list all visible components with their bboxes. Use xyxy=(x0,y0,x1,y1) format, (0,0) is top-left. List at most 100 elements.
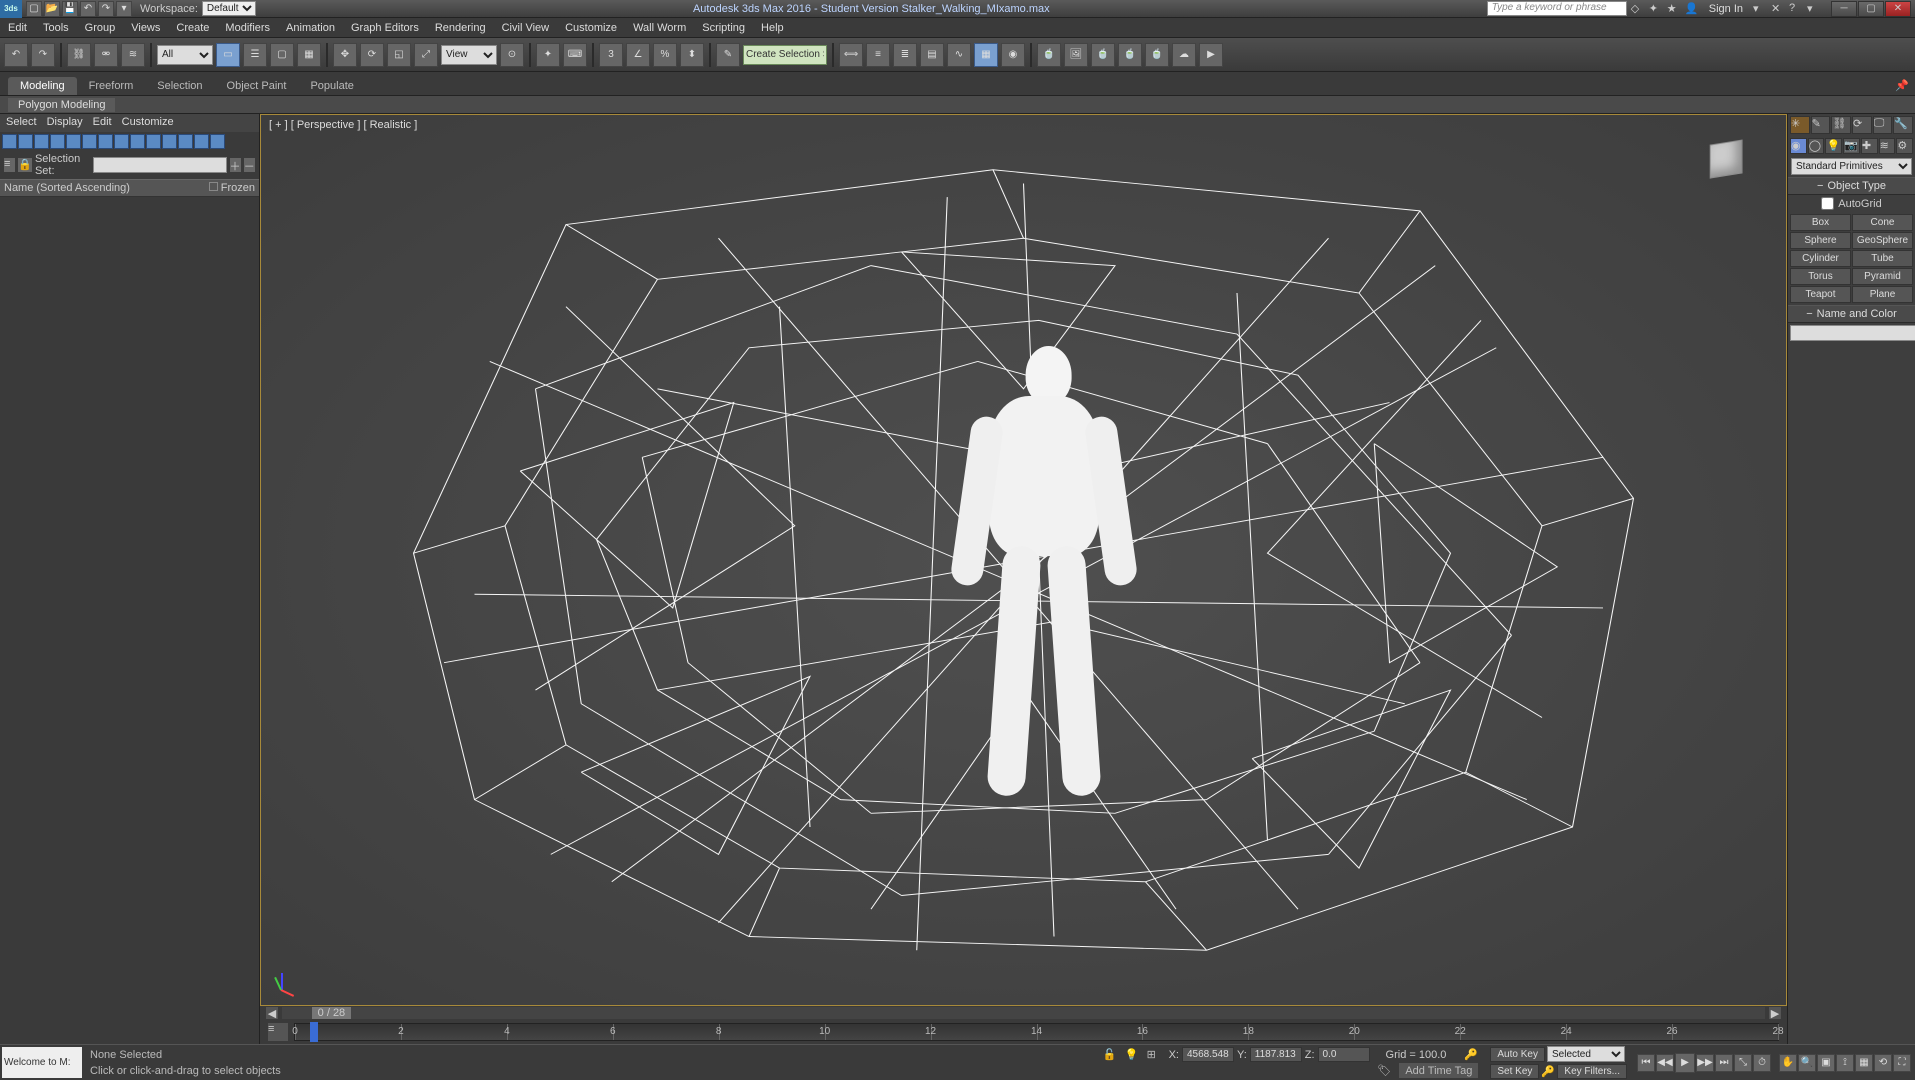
selection-set-input[interactable] xyxy=(93,157,227,173)
scene-menu-select[interactable]: Select xyxy=(6,116,37,130)
select-by-name-icon[interactable]: ☰ xyxy=(243,43,267,67)
qat-more-icon[interactable]: ▾ xyxy=(116,1,132,17)
minimize-button[interactable]: ─ xyxy=(1831,1,1857,17)
time-slider-thumb[interactable]: 0 / 28 xyxy=(312,1007,352,1019)
orbit-icon[interactable]: ⟲ xyxy=(1874,1054,1892,1072)
move-icon[interactable]: ✥ xyxy=(333,43,357,67)
fov-icon[interactable]: ⟟ xyxy=(1836,1054,1854,1072)
x-field[interactable]: 4568.548 xyxy=(1182,1047,1234,1062)
render-last-icon[interactable]: ▶ xyxy=(1199,43,1223,67)
scene-list[interactable] xyxy=(0,197,259,1044)
goto-start-icon[interactable]: ⏮ xyxy=(1637,1054,1655,1072)
scene-menu-edit[interactable]: Edit xyxy=(93,116,112,130)
menu-modifiers[interactable]: Modifiers xyxy=(217,22,278,34)
close-button[interactable]: ✕ xyxy=(1885,1,1911,17)
favorites-icon[interactable]: ★ xyxy=(1667,2,1681,16)
open-icon[interactable]: 📂 xyxy=(44,1,60,17)
filter-containers-icon[interactable] xyxy=(146,134,161,149)
ribbon-tab-object-paint[interactable]: Object Paint xyxy=(215,77,299,95)
menu-edit[interactable]: Edit xyxy=(0,22,35,34)
exchange-icon[interactable]: ✦ xyxy=(1649,2,1663,16)
trackbar-config-icon[interactable]: ≡ xyxy=(268,1023,288,1041)
viewport-label[interactable]: [ + ] [ Perspective ] [ Realistic ] xyxy=(269,119,417,131)
signin-dropdown-icon[interactable]: ▾ xyxy=(1753,2,1767,16)
menu-wall-worm[interactable]: Wall Worm xyxy=(625,22,694,34)
help-search-input[interactable]: Type a keyword or phrase xyxy=(1487,1,1627,16)
help-icon[interactable]: ? xyxy=(1789,2,1803,16)
display-tab[interactable]: 🖵 xyxy=(1873,116,1893,134)
render-in-cloud-icon[interactable]: ☁ xyxy=(1172,43,1196,67)
manipulate-icon[interactable]: ✦ xyxy=(536,43,560,67)
ref-coord-dropdown[interactable]: View xyxy=(441,45,497,65)
signin-link[interactable]: Sign In xyxy=(1703,3,1749,15)
link-icon[interactable]: ⛓ xyxy=(67,43,91,67)
layers-icon[interactable]: ≣ xyxy=(893,43,917,67)
utilities-tab[interactable]: 🔧 xyxy=(1893,116,1913,134)
keyfilters-button[interactable]: Key Filters... xyxy=(1557,1064,1627,1079)
scene-menu-customize[interactable]: Customize xyxy=(122,116,174,130)
motion-tab[interactable]: ⟳ xyxy=(1852,116,1872,134)
geometry-category[interactable]: ◉ xyxy=(1790,138,1807,154)
filter-geometry-icon[interactable] xyxy=(2,134,17,149)
save-icon[interactable]: 💾 xyxy=(62,1,78,17)
menu-civil-view[interactable]: Civil View xyxy=(494,22,557,34)
menu-scripting[interactable]: Scripting xyxy=(694,22,753,34)
teapot-button[interactable]: Teapot xyxy=(1790,286,1851,303)
render-production-icon[interactable]: 🍵 xyxy=(1091,43,1115,67)
box-button[interactable]: Box xyxy=(1790,214,1851,231)
plane-button[interactable]: Plane xyxy=(1852,286,1913,303)
zoom-icon[interactable]: 🔍 xyxy=(1798,1054,1816,1072)
create-tab[interactable]: ✳ xyxy=(1790,116,1810,134)
keyboard-shortcut-icon[interactable]: ⌨ xyxy=(563,43,587,67)
add-time-tag[interactable]: Add Time Tag xyxy=(1399,1063,1478,1078)
undo-button[interactable]: ↶ xyxy=(4,43,28,67)
autokey-button[interactable]: Auto Key xyxy=(1490,1047,1545,1062)
object-name-input[interactable] xyxy=(1790,325,1915,341)
close-panel-icon[interactable]: ✕ xyxy=(1771,2,1785,16)
new-icon[interactable]: ▢ xyxy=(26,1,42,17)
rollout-name-color[interactable]: −Name and Color xyxy=(1788,305,1915,323)
bind-spacewarp-icon[interactable]: ≋ xyxy=(121,43,145,67)
angle-snap-icon[interactable]: ∠ xyxy=(626,43,650,67)
cone-button[interactable]: Cone xyxy=(1852,214,1913,231)
toggle-ribbon-icon[interactable]: ▤ xyxy=(920,43,944,67)
column-name[interactable]: Name (Sorted Ascending) xyxy=(4,182,209,194)
redo-icon[interactable]: ↷ xyxy=(98,1,114,17)
selection-filter-dropdown[interactable]: All xyxy=(157,45,213,65)
ribbon-tab-populate[interactable]: Populate xyxy=(298,77,365,95)
subscription-icon[interactable]: ◇ xyxy=(1631,2,1645,16)
selection-set-remove-icon[interactable]: － xyxy=(244,158,255,172)
filter-frozen-icon[interactable] xyxy=(162,134,177,149)
selection-set-icon[interactable]: ≡ xyxy=(4,158,15,172)
abs-rel-icon[interactable]: ⊞ xyxy=(1147,1048,1161,1062)
filter-groups-icon[interactable] xyxy=(98,134,113,149)
placement-icon[interactable]: ⤢ xyxy=(414,43,438,67)
curve-editor-icon[interactable]: ∿ xyxy=(947,43,971,67)
menu-graph-editors[interactable]: Graph Editors xyxy=(343,22,427,34)
time-slider-track[interactable]: 0 / 28 xyxy=(282,1007,1765,1019)
filter-hidden-icon[interactable] xyxy=(178,134,193,149)
ribbon-panel-label[interactable]: Polygon Modeling xyxy=(8,98,115,112)
column-frozen[interactable]: Frozen xyxy=(209,182,255,194)
menu-views[interactable]: Views xyxy=(123,22,168,34)
lock-selection-icon[interactable]: 🔓 xyxy=(1103,1048,1117,1062)
user-icon[interactable]: 👤 xyxy=(1685,2,1699,16)
comm-center-icon[interactable]: 🔑 xyxy=(1464,1048,1478,1062)
helpers-category[interactable]: ✚ xyxy=(1861,138,1878,154)
filter-bones-icon[interactable] xyxy=(130,134,145,149)
select-object-icon[interactable]: ▭ xyxy=(216,43,240,67)
systems-category[interactable]: ⚙ xyxy=(1896,138,1913,154)
material-editor-icon[interactable]: ◉ xyxy=(1001,43,1025,67)
pivot-center-icon[interactable]: ⊙ xyxy=(500,43,524,67)
y-field[interactable]: 1187.813 xyxy=(1250,1047,1302,1062)
menu-group[interactable]: Group xyxy=(77,22,124,34)
ribbon-tab-selection[interactable]: Selection xyxy=(145,77,214,95)
menu-rendering[interactable]: Rendering xyxy=(427,22,494,34)
trackbar-cursor[interactable] xyxy=(310,1022,318,1042)
unlink-icon[interactable]: ⚮ xyxy=(94,43,118,67)
lights-category[interactable]: 💡 xyxy=(1825,138,1842,154)
primitive-type-dropdown[interactable]: Standard Primitives xyxy=(1791,158,1912,175)
menu-tools[interactable]: Tools xyxy=(35,22,77,34)
rendered-frame-icon[interactable]: 🖼 xyxy=(1064,43,1088,67)
selection-set-lock-icon[interactable]: 🔒 xyxy=(18,158,32,172)
